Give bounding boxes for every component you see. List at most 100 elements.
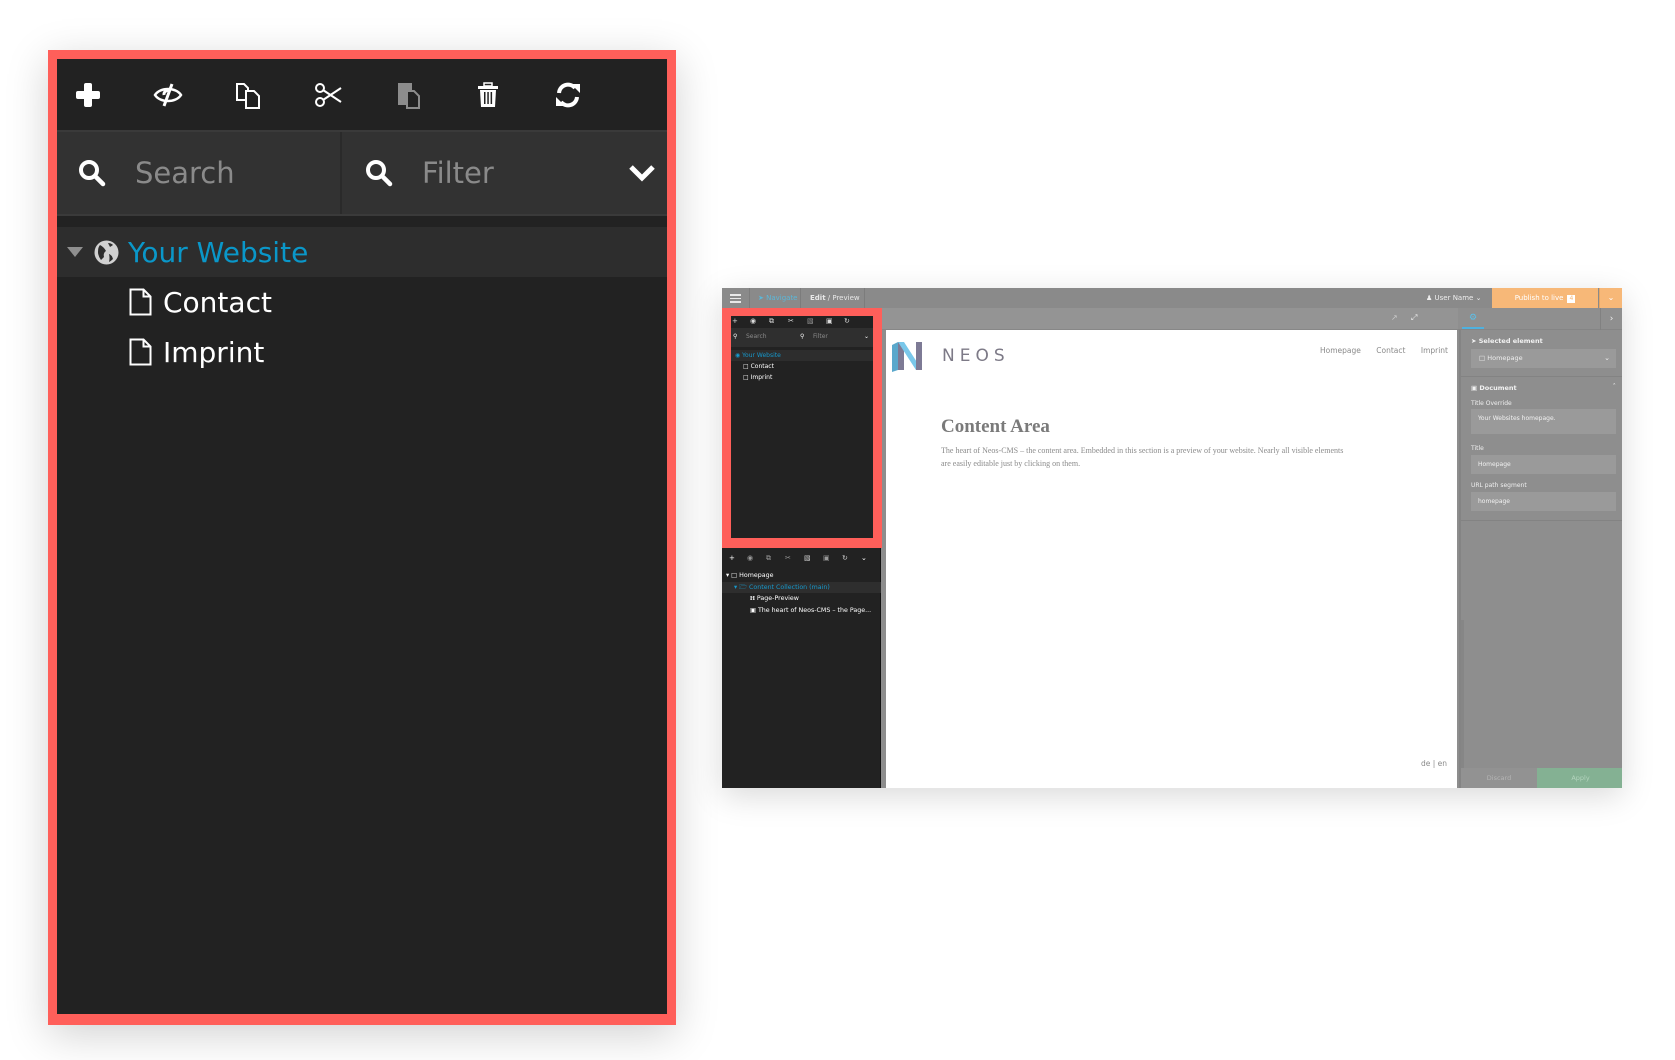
tree-node-imprint[interactable]: Imprint <box>57 327 667 377</box>
add-icon[interactable]: + <box>732 317 738 325</box>
tree-node-root[interactable]: Your Website <box>57 227 667 277</box>
tree-node-label[interactable]: Contact <box>163 286 272 319</box>
content-canvas: NEOS Homepage Contact Imprint Content Ar… <box>886 330 1457 788</box>
highlight-frame-small: + ◉ ⧉ ✂ ▧ ▣ ↻ ⚲ Search ⚲ Filter ⌄ ◉ Your… <box>722 308 882 548</box>
copy-icon[interactable]: ⧉ <box>769 317 774 326</box>
discard-button[interactable]: Discard <box>1461 768 1537 788</box>
tree-node-root[interactable]: ◉ Your Website <box>731 350 873 361</box>
fullscreen-icon[interactable]: ⤢ <box>1411 313 1417 323</box>
user-menu[interactable]: ♟ User Name ⌄ <box>1426 288 1492 308</box>
chevron-down-icon[interactable]: ⌄ <box>861 554 867 562</box>
tree-node-imprint[interactable]: □ Imprint <box>731 372 873 383</box>
filter-input[interactable]: Filter <box>813 333 828 340</box>
navigate-tab[interactable]: ➤ Navigate <box>751 288 801 308</box>
language-switcher[interactable]: de | en <box>1421 759 1447 768</box>
trash-icon <box>478 82 498 107</box>
inspector-panel: ➤ Selected element □ Homepage ⌄ ▣ Documen… <box>1459 330 1622 788</box>
selected-element-value: Homepage <box>1487 354 1523 362</box>
paste-icon[interactable]: ▧ <box>807 317 814 325</box>
content-node[interactable]: ▣ The heart of Neos-CMS – the Page... <box>722 605 881 617</box>
collapse-caret-icon[interactable] <box>67 247 83 257</box>
filter-field[interactable]: Filter <box>344 132 667 214</box>
tree-node-label[interactable]: Imprint <box>163 336 264 369</box>
paste-icon[interactable]: ▧ <box>804 554 811 562</box>
publish-button[interactable]: Publish to live 4 <box>1492 288 1598 308</box>
refresh-icon[interactable]: ↻ <box>842 554 848 562</box>
title-override-input[interactable]: Your Websites homepage. <box>1471 409 1616 434</box>
content-node-label: Page-Preview <box>756 595 799 602</box>
title-input[interactable]: Homepage <box>1471 455 1616 474</box>
tree-toolbar <box>57 59 667 130</box>
apply-button[interactable]: Apply <box>1537 768 1622 788</box>
globe-icon <box>94 240 119 265</box>
nav-link[interactable]: Imprint <box>1421 346 1448 355</box>
content-node[interactable]: ▾ 🗁 Content Collection (main) <box>722 581 881 593</box>
tree-node-label: Imprint <box>750 374 773 381</box>
content-body[interactable]: The heart of Neos-CMS – the content area… <box>941 444 1351 470</box>
delete-node-button[interactable] <box>466 73 510 117</box>
refresh-tree-button[interactable] <box>546 73 590 117</box>
search-input[interactable]: Search <box>746 333 767 340</box>
cut-node-button[interactable] <box>306 73 350 117</box>
search-field[interactable]: Search <box>57 132 342 214</box>
copy-icon[interactable]: ⧉ <box>766 554 771 563</box>
mini-search-bar: ⚲ Search ⚲ Filter ⌄ <box>731 328 873 347</box>
tree-node-label: Contact <box>750 363 774 370</box>
trash-icon[interactable]: ▣ <box>826 317 833 325</box>
content-tree: ▾ □ Homepage ▾ 🗁 Content Collection (mai… <box>722 570 881 616</box>
scissors-icon[interactable]: ✂ <box>788 317 794 325</box>
content-node[interactable]: ▾ □ Homepage <box>722 570 881 582</box>
tree-node-label[interactable]: Your Website <box>128 236 308 269</box>
copy-node-button[interactable] <box>226 73 270 117</box>
scissors-icon[interactable]: ✂ <box>785 554 791 562</box>
mini-page-tree: ◉ Your Website □ Contact □ Imprint <box>731 350 873 383</box>
external-link-icon[interactable]: ↗ <box>1391 313 1398 322</box>
publish-count-badge: 4 <box>1567 295 1576 303</box>
tree-node-contact[interactable]: Contact <box>57 277 667 327</box>
refresh-icon[interactable]: ↻ <box>844 317 850 325</box>
tree-node-contact[interactable]: □ Contact <box>731 361 873 372</box>
publish-dropdown-button[interactable]: ⌄ <box>1599 288 1622 308</box>
hide-node-button[interactable] <box>146 73 190 117</box>
chevron-down-icon[interactable] <box>627 157 657 187</box>
add-icon[interactable]: + <box>729 554 735 562</box>
tree-node-label: Your Website <box>742 352 781 359</box>
add-node-button[interactable] <box>66 73 110 117</box>
site-navigation: Homepage Contact Imprint <box>1307 346 1448 355</box>
filter-search-icon <box>366 160 393 187</box>
scrollbar[interactable] <box>1461 620 1464 780</box>
chevron-down-icon[interactable]: ⌄ <box>864 333 869 340</box>
preview-label: / Preview <box>825 294 860 302</box>
chevron-up-icon[interactable]: ˆ <box>1613 383 1617 391</box>
divider <box>1461 520 1622 521</box>
field-label: Title <box>1471 445 1484 452</box>
field-label: Title Override <box>1471 400 1512 407</box>
eye-slash-icon[interactable]: ◉ <box>750 317 756 325</box>
trash-icon[interactable]: ▣ <box>823 554 830 562</box>
document-icon <box>129 288 152 316</box>
document-section-header[interactable]: ▣ Document <box>1471 384 1517 392</box>
paste-icon <box>398 83 420 109</box>
content-node-label: Content Collection (main) <box>748 583 830 591</box>
content-heading[interactable]: Content Area <box>941 416 1050 438</box>
page-tree: Your Website Contact Imprint <box>57 227 667 377</box>
paste-node-button[interactable] <box>386 73 430 117</box>
nav-link[interactable]: Homepage <box>1320 346 1361 355</box>
copy-icon <box>236 83 260 109</box>
collapse-inspector-button[interactable]: › <box>1600 308 1622 330</box>
eye-slash-icon[interactable]: ◉ <box>747 554 753 562</box>
menu-button[interactable] <box>722 288 750 308</box>
filter-placeholder: Filter <box>422 156 494 190</box>
filter-icon: ⚲ <box>800 333 805 340</box>
selected-element-select[interactable]: □ Homepage ⌄ <box>1471 349 1616 368</box>
content-node[interactable]: H Page-Preview <box>722 593 881 605</box>
url-path-input[interactable]: homepage <box>1471 492 1616 511</box>
scissors-icon <box>315 83 342 107</box>
inspector-tabs: ⚙ › <box>1458 308 1622 330</box>
gear-icon[interactable]: ⚙ <box>1462 308 1484 329</box>
publish-label: Publish to live <box>1514 294 1564 302</box>
nav-link[interactable]: Contact <box>1376 346 1405 355</box>
navigate-label: Navigate <box>766 294 798 302</box>
eye-slash-icon <box>153 83 183 107</box>
edit-preview-tab[interactable]: Edit / Preview <box>802 288 865 308</box>
